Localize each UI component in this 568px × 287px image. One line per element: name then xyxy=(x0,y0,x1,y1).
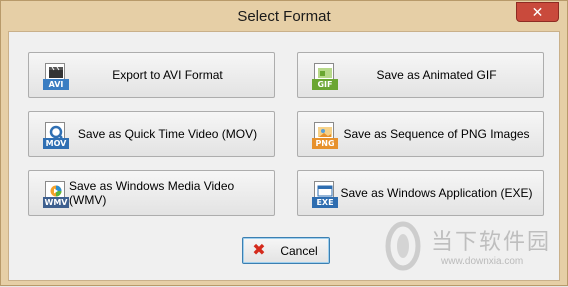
save-gif-button[interactable]: GIF Save as Animated GIF xyxy=(297,52,544,98)
close-button[interactable]: ✕ xyxy=(516,2,559,22)
select-format-dialog: Select Format ✕ AVI Export to AVI Format… xyxy=(0,0,568,286)
save-png-button[interactable]: PNG Save as Sequence of PNG Images xyxy=(297,111,544,157)
cancel-label: Cancel xyxy=(280,243,318,258)
gif-file-icon: GIF xyxy=(312,63,338,91)
cancel-button[interactable]: ✖ Cancel xyxy=(242,237,330,264)
watermark: 当下软件园 www.downxia.com xyxy=(383,214,568,287)
save-mov-button[interactable]: MOV Save as Quick Time Video (MOV) xyxy=(28,111,275,157)
exe-file-icon: EXE xyxy=(312,181,338,209)
avi-file-icon: AVI xyxy=(43,63,69,91)
title-bar: Select Format xyxy=(1,1,567,31)
save-wmv-label: Save as Windows Media Video (WMV) xyxy=(69,179,235,207)
dialog-title: Select Format xyxy=(237,7,331,25)
cancel-x-icon: ✖ xyxy=(252,242,266,259)
save-exe-button[interactable]: EXE Save as Windows Application (EXE) xyxy=(297,170,544,216)
save-wmv-button[interactable]: WMV Save as Windows Media Video (WMV) xyxy=(28,170,275,216)
save-mov-label: Save as Quick Time Video (MOV) xyxy=(77,127,258,141)
watermark-logo-icon xyxy=(385,221,421,271)
close-icon: ✕ xyxy=(531,4,544,20)
watermark-chinese-text: 当下软件园 xyxy=(431,230,552,255)
save-gif-label: Save as Animated GIF xyxy=(376,68,497,82)
png-file-icon: PNG xyxy=(312,122,338,150)
mov-file-icon: MOV xyxy=(43,122,69,150)
export-avi-button[interactable]: AVI Export to AVI Format xyxy=(28,52,275,98)
watermark-url: www.downxia.com xyxy=(441,256,524,267)
wmv-file-icon: WMV xyxy=(43,181,69,209)
save-png-label: Save as Sequence of PNG Images xyxy=(343,127,530,141)
export-avi-label: Export to AVI Format xyxy=(112,68,223,82)
save-exe-label: Save as Windows Application (EXE) xyxy=(340,186,533,200)
